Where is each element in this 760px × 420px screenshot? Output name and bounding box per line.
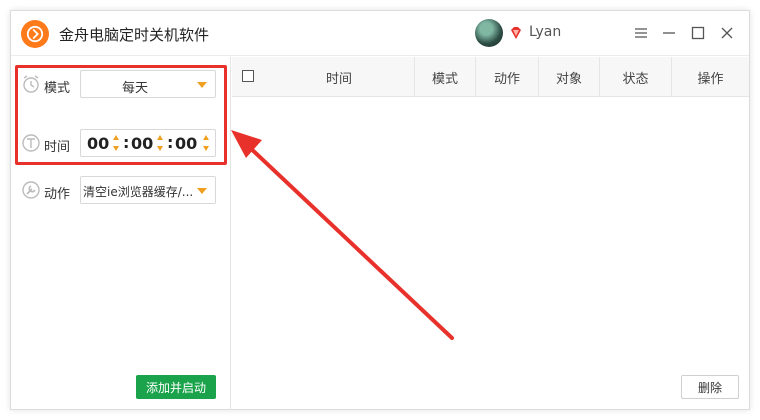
time-icon	[22, 134, 40, 152]
maximize-icon	[691, 26, 705, 40]
wrench-icon	[22, 181, 40, 199]
mode-label: 模式	[44, 81, 71, 96]
arrow-up-icon	[203, 135, 209, 140]
hours-stepper[interactable]	[113, 135, 119, 151]
column-header-time[interactable]: 时间	[264, 57, 414, 97]
arrow-down-icon	[203, 146, 209, 151]
chevron-down-icon	[197, 82, 207, 88]
hours-field[interactable]: 00	[87, 134, 109, 153]
column-header-target[interactable]: 对象	[538, 57, 599, 97]
time-separator: :	[167, 133, 174, 152]
settings-panel: 模式 每天 时间 00 : 00 : 00 动作 清空ie浏览器缓存/... 添…	[11, 57, 231, 410]
alarm-clock-icon	[23, 75, 39, 93]
arrow-down-icon	[157, 146, 163, 151]
arrow-up-icon	[113, 135, 119, 140]
action-label: 动作	[44, 187, 71, 202]
mode-dropdown[interactable]: 每天	[80, 70, 216, 98]
app-logo-icon	[21, 20, 49, 48]
column-header-action[interactable]: 动作	[475, 57, 538, 97]
action-dropdown[interactable]: 清空ie浏览器缓存/...	[80, 176, 216, 204]
hamburger-icon	[635, 28, 647, 38]
add-and-start-button[interactable]: 添加并启动	[136, 375, 216, 399]
time-label: 时间	[44, 140, 71, 155]
vip-diamond-icon	[511, 27, 521, 39]
maximize-button[interactable]	[688, 23, 708, 43]
minimize-button[interactable]	[659, 23, 679, 43]
settings-menu-button[interactable]	[631, 23, 651, 43]
app-title: 金舟电脑定时关机软件	[59, 26, 210, 44]
username[interactable]: Lyan	[529, 24, 561, 40]
action-value: 清空ie浏览器缓存/...	[83, 185, 194, 199]
time-picker: 00 : 00 : 00	[80, 129, 216, 157]
time-separator: :	[123, 133, 130, 152]
minutes-field[interactable]: 00	[131, 134, 153, 153]
seconds-field[interactable]: 00	[175, 134, 197, 153]
minutes-stepper[interactable]	[157, 135, 163, 151]
mode-value: 每天	[121, 81, 148, 96]
app-window: 金舟电脑定时关机软件 Lyan 模式 每天 时间 00: 00: 00 动作…	[10, 10, 750, 410]
column-header-status[interactable]: 状态	[599, 57, 671, 97]
task-table-header: 时间 模式 动作 对象 状态 操作	[232, 57, 749, 97]
chevron-down-icon	[197, 188, 207, 194]
arrow-up-icon	[157, 135, 163, 140]
column-header-mode[interactable]: 模式	[414, 57, 475, 97]
close-button[interactable]	[717, 23, 737, 43]
delete-button[interactable]: 删除	[681, 375, 739, 399]
avatar[interactable]	[475, 19, 503, 47]
arrow-down-icon	[113, 146, 119, 151]
seconds-stepper[interactable]	[203, 135, 209, 151]
column-header-operation[interactable]: 操作	[671, 57, 749, 97]
close-icon	[721, 27, 733, 39]
select-all-checkbox[interactable]	[242, 70, 254, 82]
minimize-icon	[663, 32, 675, 34]
title-bar: 金舟电脑定时关机软件 Lyan	[11, 11, 749, 56]
